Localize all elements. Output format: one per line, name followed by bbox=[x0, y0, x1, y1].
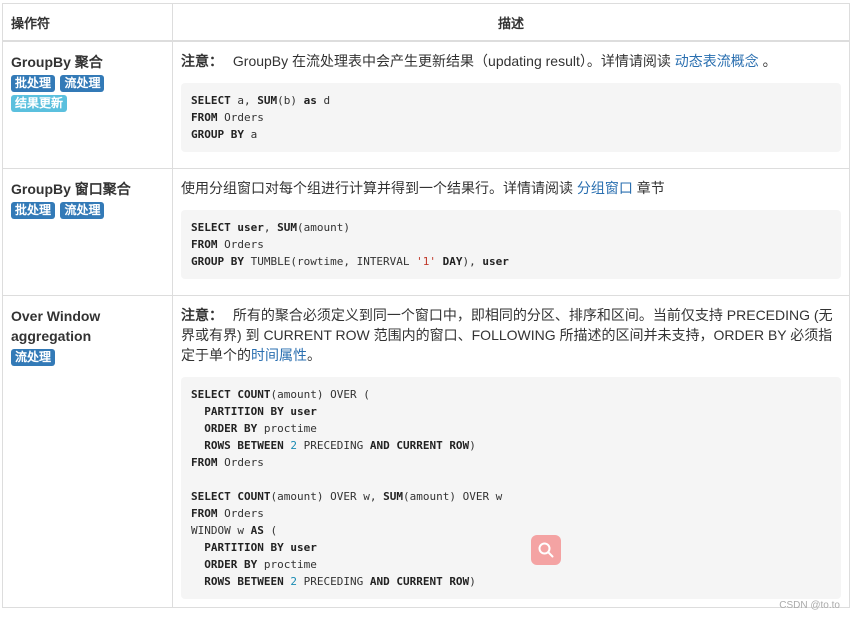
header-description: 描述 bbox=[172, 3, 850, 42]
batch-label: 批处理 bbox=[11, 201, 56, 219]
header-operator: 操作符 bbox=[2, 3, 173, 42]
table-row: GroupBy 窗口聚合 批处理 流处理 使用分组窗口对每个组进行计算并得到一个… bbox=[2, 167, 850, 296]
search-icon bbox=[538, 542, 554, 558]
code-block: SELECT COUNT(amount) OVER ( PARTITION BY… bbox=[181, 376, 841, 599]
dynamic-tables-link[interactable]: 动态表流概念 bbox=[675, 53, 759, 69]
table-row: GroupBy 聚合 批处理 流处理 结果更新 注意： GroupBy 在流处理… bbox=[2, 40, 850, 169]
operator-name: GroupBy 聚合 bbox=[11, 54, 103, 70]
streaming-label: 流处理 bbox=[60, 201, 105, 219]
description-cell: 使用分组窗口对每个组进行计算并得到一个结果行。详情请阅读 分组窗口 章节 SEL… bbox=[172, 167, 850, 296]
watermark: CSDN @to.to bbox=[779, 600, 840, 611]
description-text: 使用分组窗口对每个组进行计算并得到一个结果行。详情请阅读 bbox=[181, 179, 573, 196]
table-header-row: 操作符 描述 bbox=[2, 3, 850, 42]
label-group: 批处理 流处理 结果更新 bbox=[11, 73, 164, 113]
operator-name: GroupBy 窗口聚合 bbox=[11, 180, 131, 197]
operator-cell: GroupBy 窗口聚合 批处理 流处理 bbox=[2, 167, 173, 296]
note-paragraph: 注意： 所有的聚合必须定义到同一个窗口中，即相同的分区、排序和区间。当前仅支持 … bbox=[181, 305, 841, 365]
streaming-label: 流处理 bbox=[11, 348, 56, 366]
description-paragraph: 使用分组窗口对每个组进行计算并得到一个结果行。详情请阅读 分组窗口 章节 bbox=[181, 178, 841, 198]
time-attributes-link[interactable]: 时间属性 bbox=[251, 347, 307, 363]
description-cell: 注意： 所有的聚合必须定义到同一个窗口中，即相同的分区、排序和区间。当前仅支持 … bbox=[172, 294, 850, 608]
label-group: 批处理 流处理 bbox=[11, 200, 164, 220]
note-suffix: 。 bbox=[307, 346, 321, 363]
streaming-label: 流处理 bbox=[60, 75, 105, 92]
note-suffix: 。 bbox=[762, 53, 777, 69]
note-prefix: 注意： bbox=[181, 53, 223, 69]
code-block: SELECT user, SUM(amount) FROM Orders GRO… bbox=[181, 209, 841, 279]
result-updating-label: 结果更新 bbox=[11, 95, 68, 112]
search-button[interactable] bbox=[531, 535, 561, 565]
note-prefix: 注意： bbox=[181, 306, 223, 323]
batch-label: 批处理 bbox=[11, 75, 56, 92]
description-suffix: 章节 bbox=[636, 179, 665, 196]
group-windows-link[interactable]: 分组窗口 bbox=[577, 180, 633, 196]
label-group: 流处理 bbox=[11, 347, 164, 367]
note-text: GroupBy 在流处理表中会产生更新结果（updating result）。详… bbox=[232, 53, 671, 69]
operators-table: 操作符 描述 GroupBy 聚合 批处理 流处理 结果更新 注意： Group… bbox=[2, 3, 850, 608]
description-cell: 注意： GroupBy 在流处理表中会产生更新结果（updating resul… bbox=[172, 40, 850, 169]
operator-name: Over Window aggregation bbox=[11, 307, 101, 344]
note-paragraph: 注意： GroupBy 在流处理表中会产生更新结果（updating resul… bbox=[181, 51, 841, 71]
table-row: Over Window aggregation 流处理 注意： 所有的聚合必须定… bbox=[2, 294, 850, 608]
code-block: SELECT a, SUM(b) as d FROM Orders GROUP … bbox=[181, 83, 841, 152]
operator-cell: GroupBy 聚合 批处理 流处理 结果更新 bbox=[2, 40, 173, 169]
operator-cell: Over Window aggregation 流处理 bbox=[2, 294, 173, 608]
